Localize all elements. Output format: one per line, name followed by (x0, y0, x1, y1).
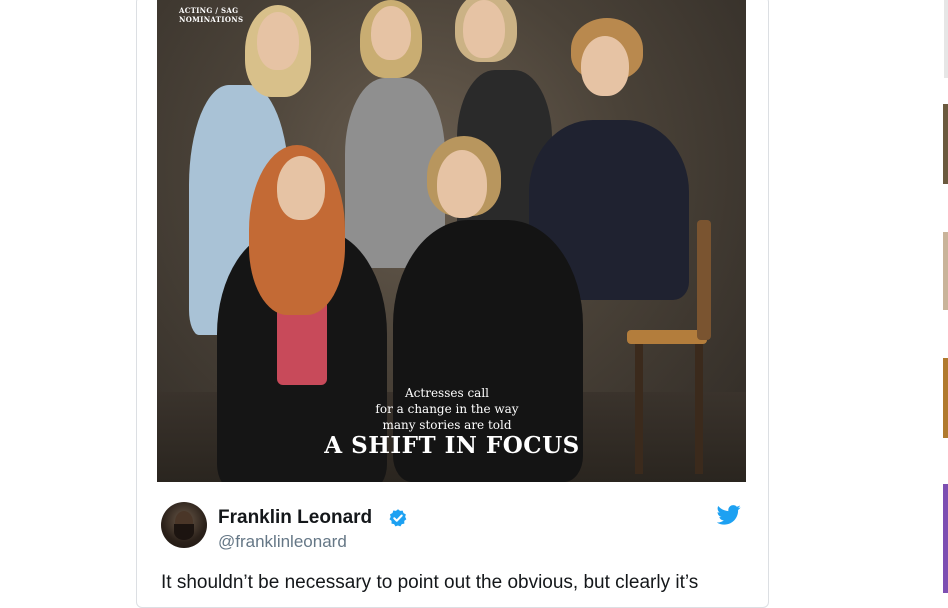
sidebar-thumbnail[interactable] (943, 484, 948, 593)
sidebar-edge (944, 0, 948, 78)
cover-chair-leg (695, 344, 703, 474)
tweet-body-text: It shouldn’t be necessary to point out t… (161, 572, 699, 593)
twitter-bird-icon[interactable] (717, 505, 741, 525)
verified-badge-icon (389, 509, 407, 527)
tweet-media-image[interactable]: ACTING / SAG NOMINATIONS Actresses call … (157, 0, 746, 482)
cover-chair-seat (627, 330, 707, 344)
sidebar-thumbnail[interactable] (943, 358, 948, 438)
cover-chair-leg (635, 344, 643, 474)
sidebar-thumbnail[interactable] (943, 232, 948, 310)
cover-chair-back (697, 220, 711, 340)
cover-headline: A SHIFT IN FOCUS (324, 432, 580, 459)
sidebar-thumbnail[interactable] (943, 104, 948, 184)
cover-subtitle: Actresses call for a change in the way m… (375, 386, 519, 432)
author-display-name[interactable]: Franklin Leonard (218, 507, 372, 529)
author-handle[interactable]: @franklinleonard (218, 532, 347, 552)
cover-section-tag: ACTING / SAG NOMINATIONS (179, 6, 244, 24)
author-avatar[interactable] (161, 502, 207, 548)
